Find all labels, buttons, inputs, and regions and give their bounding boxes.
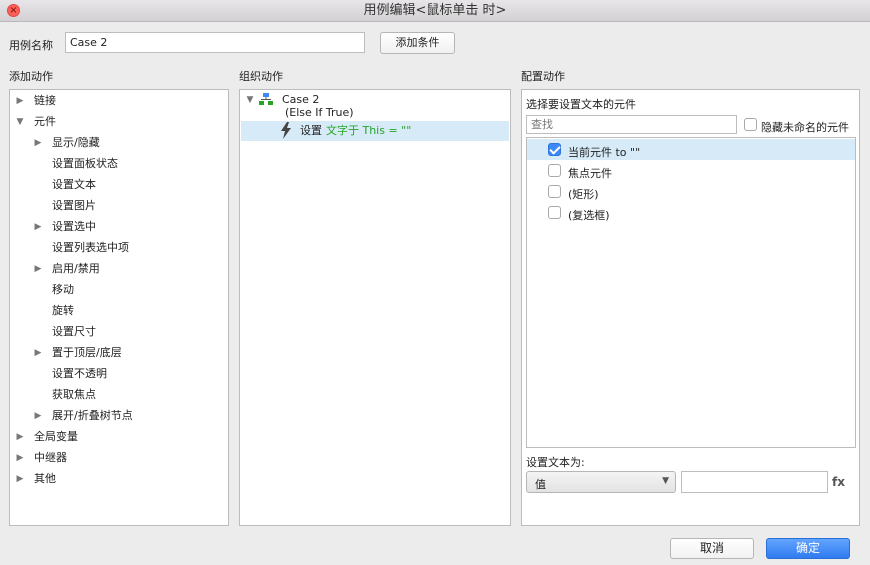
widget-label-checkbox: (复选框) [568, 209, 610, 222]
organize-actions-heading: 组织动作 [239, 70, 283, 83]
case-condition: (Else If True) [285, 106, 354, 119]
cancel-button[interactable]: 取消 [670, 538, 754, 559]
value-type-select[interactable]: 值 ▼ [526, 471, 676, 493]
value-text-input[interactable] [681, 471, 828, 493]
action-item-4[interactable]: 设置文本 [52, 177, 96, 193]
action-item-7[interactable]: 设置列表选中项 [52, 240, 129, 256]
expand-arrow-icon[interactable]: ▶ [33, 135, 43, 151]
widget-checkbox-rectangle[interactable] [548, 185, 561, 198]
window-title: 用例编辑<鼠标单击 时> [363, 3, 507, 18]
expand-arrow-icon[interactable]: ▶ [33, 408, 43, 424]
widget-label-focus: 焦点元件 [568, 167, 612, 180]
ok-button[interactable]: 确定 [766, 538, 850, 559]
action-item-10[interactable]: 旋转 [52, 303, 74, 319]
action-item-13[interactable]: 设置不透明 [52, 366, 107, 382]
add-actions-heading: 添加动作 [9, 70, 53, 83]
case-icon [259, 93, 273, 105]
widget-checkbox-current[interactable] [548, 143, 561, 156]
case-collapse-arrow[interactable]: ▼ [245, 92, 255, 108]
add-actions-panel: ▶ 链接 ▼ 元件 ▶ 显示/隐藏设置面板状态 设置文本设置图片 ▶ 设置选中设置列表选中项 ▶ 启… [9, 89, 229, 526]
hide-unnamed-checkbox[interactable] [744, 118, 757, 131]
expand-arrow-icon[interactable]: ▶ [15, 471, 25, 487]
action-item-18[interactable]: 其他 [34, 471, 56, 487]
widget-checkbox-checkbox[interactable] [548, 206, 561, 219]
configure-actions-heading: 配置动作 [521, 70, 565, 83]
case-name-label: 用例名称 [9, 39, 53, 52]
action-detail: 文字于 This = "" [326, 124, 412, 137]
organize-actions-panel: ▼ Case 2 (Else If True) 设置 文字于 This = "" [239, 89, 511, 526]
expand-arrow-icon[interactable]: ▶ [15, 429, 25, 445]
add-condition-button[interactable]: 添加条件 [380, 32, 455, 54]
widget-label-current: 当前元件 to "" [568, 146, 641, 159]
action-item-1[interactable]: 元件 [34, 114, 56, 130]
action-item-11[interactable]: 设置尺寸 [52, 324, 96, 340]
expand-arrow-icon[interactable]: ▶ [15, 450, 25, 466]
title-bar: × 用例编辑<鼠标单击 时> [0, 0, 870, 22]
action-item-0[interactable]: 链接 [34, 93, 56, 109]
hide-unnamed-label: 隐藏未命名的元件 [761, 121, 849, 134]
widget-list: 当前元件 to "" 焦点元件 (矩形) (复选框) [526, 137, 856, 448]
expand-arrow-icon[interactable]: ▶ [33, 345, 43, 361]
case-name-input[interactable]: Case 2 [65, 32, 365, 53]
close-icon[interactable]: × [7, 4, 20, 17]
widget-search-input[interactable]: 查找 [526, 115, 737, 134]
action-item-17[interactable]: 中继器 [34, 450, 67, 466]
action-verb: 设置 [300, 124, 322, 137]
widget-label-rectangle: (矩形) [568, 188, 599, 201]
action-item-15[interactable]: 展开/折叠树节点 [52, 408, 133, 424]
widget-checkbox-focus[interactable] [548, 164, 561, 177]
action-item-5[interactable]: 设置图片 [52, 198, 96, 214]
action-item-16[interactable]: 全局变量 [34, 429, 78, 445]
action-item-3[interactable]: 设置面板状态 [52, 156, 118, 172]
action-item-2[interactable]: 显示/隐藏 [52, 135, 100, 151]
action-lightning-icon [280, 122, 292, 139]
action-item-14[interactable]: 获取焦点 [52, 387, 96, 403]
value-type-selected: 值 [535, 478, 546, 491]
action-item-9[interactable]: 移动 [52, 282, 74, 298]
expand-arrow-icon[interactable]: ▶ [33, 219, 43, 235]
action-item-6[interactable]: 设置选中 [52, 219, 96, 235]
action-row[interactable]: 设置 文字于 This = "" [241, 121, 509, 141]
collapse-arrow-icon[interactable]: ▼ [15, 114, 25, 130]
chevron-down-icon: ▼ [662, 476, 669, 486]
expand-arrow-icon[interactable]: ▶ [33, 261, 43, 277]
set-text-label: 设置文本为: [526, 456, 585, 469]
action-item-12[interactable]: 置于顶层/底层 [52, 345, 122, 361]
expand-arrow-icon[interactable]: ▶ [15, 93, 25, 109]
select-widget-label: 选择要设置文本的元件 [526, 98, 636, 111]
fx-button[interactable]: fx [832, 475, 845, 489]
configure-actions-panel: 选择要设置文本的元件 查找 隐藏未命名的元件 当前元件 to "" 焦点元件 (… [521, 89, 860, 526]
action-item-8[interactable]: 启用/禁用 [52, 261, 100, 277]
